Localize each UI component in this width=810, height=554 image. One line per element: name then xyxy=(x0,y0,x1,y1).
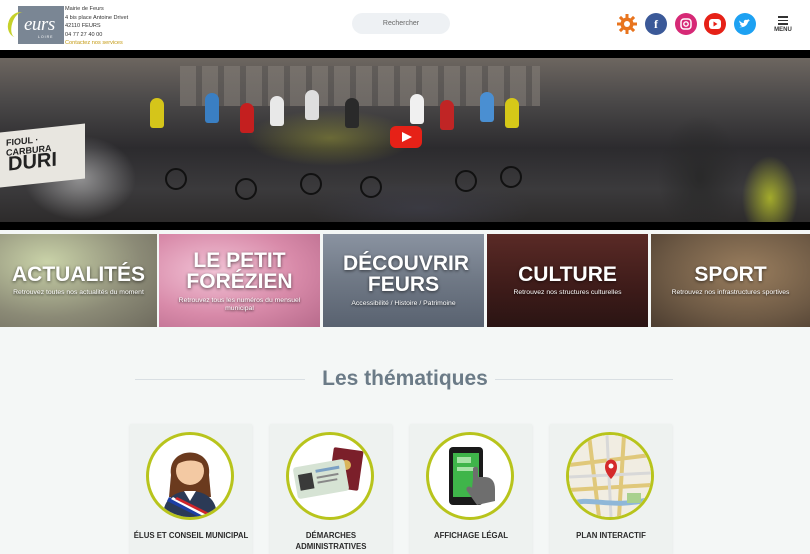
tile-decouvrir-feurs[interactable]: DÉCOUVRIR FEURS Accessibilité / Histoire… xyxy=(323,234,484,327)
contact-line: Mairie de Feurs xyxy=(65,6,104,12)
card-demarches[interactable]: DÉMARCHES ADMINISTRATIVES xyxy=(270,424,392,554)
hamburger-icon xyxy=(772,16,794,25)
card-affichage-legal[interactable]: AFFICHAGE LÉGAL xyxy=(410,424,532,554)
search-input[interactable]: Rechercher xyxy=(352,13,450,34)
card-label: DÉMARCHES ADMINISTRATIVES xyxy=(295,531,367,551)
contact-block: Mairie de Feurs 4 bis place Antoine Driv… xyxy=(65,5,128,48)
tile-title: LE PETIT FORÉZIEN xyxy=(186,249,293,293)
logo-text: eurs xyxy=(24,14,55,35)
tile-petit-forezien[interactable]: LE PETIT FORÉZIEN Retrouvez tous les num… xyxy=(159,234,320,327)
tile-subtitle: Retrouvez toutes nos actualités du momen… xyxy=(13,289,144,296)
hero-video[interactable]: FIOUL · CARBURA DURI xyxy=(0,50,810,230)
contact-services-link[interactable]: Contactez nos services xyxy=(65,39,128,48)
tile-title: ACTUALITÉS xyxy=(12,263,145,286)
tile-subtitle: Accessibilité / Histoire / Patrimoine xyxy=(351,300,456,307)
facebook-icon[interactable]: f xyxy=(645,13,667,35)
logo-subtitle: LOIRE xyxy=(38,35,54,39)
gear-icon[interactable] xyxy=(616,13,638,35)
banner-text: DURI xyxy=(8,148,57,176)
card-label: PLAN INTERACTIF xyxy=(576,531,646,540)
elected-official-icon xyxy=(146,432,234,520)
section-title: Les thématiques xyxy=(322,367,488,390)
tile-subtitle: Retrouvez nos structures culturelles xyxy=(513,289,622,296)
card-label: ÉLUS ET CONSEIL MUNICIPAL xyxy=(133,531,249,540)
divider xyxy=(495,379,673,380)
map-pin-icon xyxy=(566,432,654,520)
tile-title: DÉCOUVRIR FEURS xyxy=(343,252,470,296)
tablet-touch-icon xyxy=(426,432,514,520)
hero-banner: FIOUL · CARBURA DURI xyxy=(0,123,85,188)
site-header: eurs LOIRE Mairie de Feurs 4 bis place A… xyxy=(0,0,810,50)
tile-subtitle: Retrouvez tous les numéros du mensuel mu… xyxy=(178,297,301,312)
tile-subtitle: Retrouvez nos infrastructures sportives xyxy=(671,289,790,296)
youtube-play-button[interactable] xyxy=(390,126,422,148)
instagram-icon[interactable] xyxy=(675,13,697,35)
contact-line: 42110 FEURS xyxy=(65,23,101,30)
card-label: AFFICHAGE LÉGAL xyxy=(433,531,509,540)
tile-title: CULTURE xyxy=(518,263,617,286)
contact-line: 04 77 27 40 00 xyxy=(65,31,103,38)
tile-actualites[interactable]: ACTUALITÉS Retrouvez toutes nos actualit… xyxy=(0,234,157,327)
card-plan-interactif[interactable]: PLAN INTERACTIF xyxy=(550,424,672,554)
tile-culture[interactable]: CULTURE Retrouvez nos structures culture… xyxy=(487,234,648,327)
thematiques-section: Les thématiques ÉLUS ET CONSEIL MUNICIPA… xyxy=(0,327,810,554)
menu-label: MENU xyxy=(774,26,792,33)
menu-button[interactable]: MENU xyxy=(772,14,794,33)
id-documents-icon xyxy=(286,432,374,520)
tile-title: SPORT xyxy=(694,263,767,286)
twitter-icon[interactable] xyxy=(734,13,756,35)
quick-links: ACTUALITÉS Retrouvez toutes nos actualit… xyxy=(0,234,810,327)
contact-line: 4 bis place Antoine Drivet xyxy=(65,14,129,21)
card-elus[interactable]: ÉLUS ET CONSEIL MUNICIPAL xyxy=(130,424,252,554)
feurs-logo[interactable]: eurs LOIRE xyxy=(4,6,64,44)
youtube-icon[interactable] xyxy=(704,13,726,35)
tile-sport[interactable]: SPORT Retrouvez nos infrastructures spor… xyxy=(651,234,810,327)
